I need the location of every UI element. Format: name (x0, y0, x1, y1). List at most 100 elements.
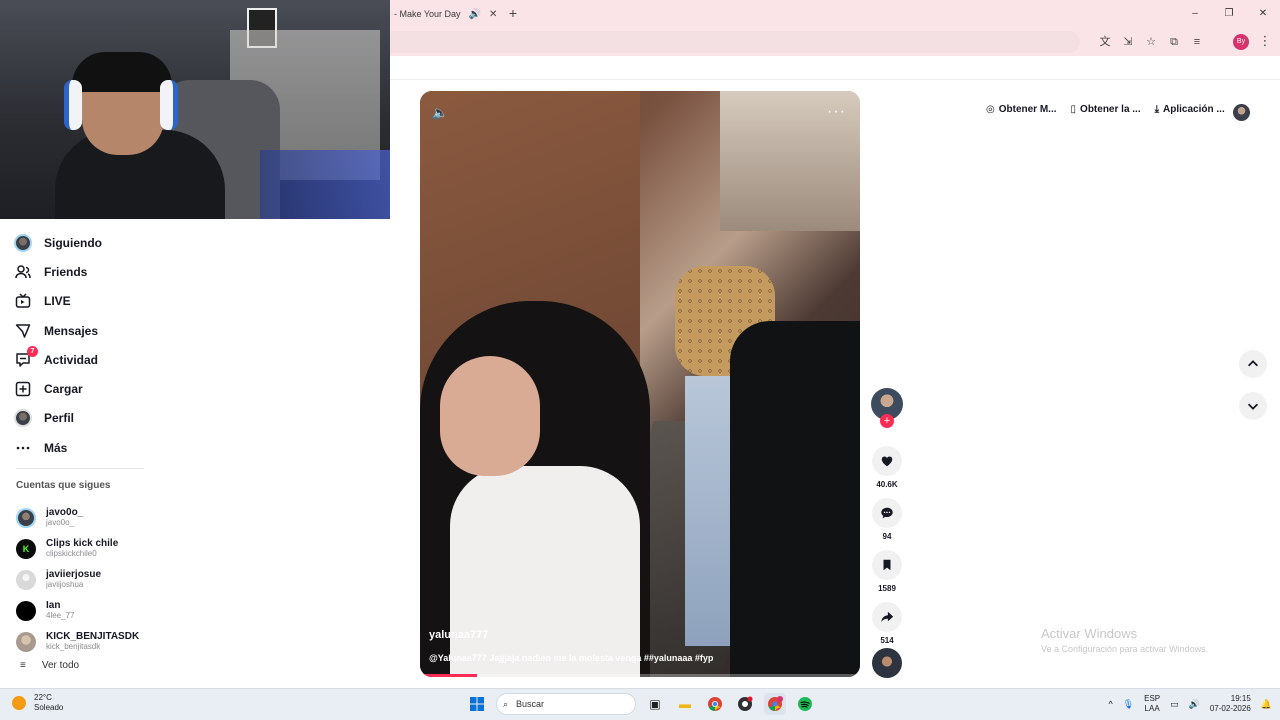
keyboard-layout: LAA (1144, 704, 1160, 713)
toolbar-icons: 文 ⇲ ☆ ⧉ ≡ (1096, 33, 1206, 51)
list-item[interactable]: javo0o_ javo0o_ (16, 502, 176, 533)
share-icon (881, 611, 894, 623)
sidebar-item-siguiendo[interactable]: Siguiendo (14, 228, 154, 257)
minimize-button[interactable]: – (1178, 0, 1212, 28)
new-tab-button[interactable]: + (505, 5, 521, 21)
sidebar-nav: Siguiendo Friends LIVE Mensajes 7 Activi… (14, 228, 154, 462)
sidebar-item-actividad[interactable]: 7 Actividad (14, 345, 154, 374)
like-count: 40.6K (876, 480, 898, 489)
divider (16, 468, 144, 469)
sidebar-item-live[interactable]: LIVE (14, 287, 154, 316)
browser-tab[interactable]: - Make Your Day 🔊 ✕ (390, 0, 500, 28)
sidebar-item-label: Siguiendo (44, 235, 102, 250)
notifications-icon[interactable]: 🔔 (1261, 699, 1272, 710)
following-section-title: Cuentas que sigues (16, 480, 111, 491)
creator-avatar[interactable]: + (871, 388, 903, 428)
share-button[interactable] (872, 602, 902, 632)
video-player[interactable]: 🔈 ··· yalunaa777 @Yalunaa777 Jajjjaja na… (420, 91, 860, 677)
sidebar-item-label: Actividad (44, 352, 99, 367)
user-avatar[interactable] (1233, 104, 1250, 121)
profile-avatar[interactable]: By (1233, 34, 1249, 50)
sidebar-item-perfil[interactable]: Perfil (14, 404, 154, 433)
get-app-link[interactable]: ▯ Obtener la ... (1071, 104, 1141, 115)
language-indicator[interactable]: ESP LAA (1144, 694, 1160, 714)
extensions-icon[interactable]: ⧉ (1165, 33, 1183, 51)
save-count: 1589 (878, 584, 896, 593)
volume-tray-icon[interactable]: 🔊 (1189, 699, 1200, 710)
clock-date: 07-02-2026 (1209, 704, 1251, 713)
close-window-button[interactable]: ✕ (1246, 0, 1280, 28)
comment-button[interactable] (872, 498, 902, 528)
video-progress-bar[interactable] (420, 674, 860, 677)
like-button[interactable] (872, 446, 902, 476)
list-item[interactable]: K Clips kick chile clipskickchile0 (16, 533, 176, 564)
account-name: javiierjosue (46, 569, 102, 580)
see-all-label: Ver todo (41, 660, 80, 671)
network-icon[interactable]: ▭ (1170, 699, 1179, 710)
sound-avatar[interactable] (872, 648, 902, 678)
translate-icon[interactable]: 文 (1096, 33, 1114, 51)
account-handle: javiijoshua (46, 580, 84, 589)
previous-video-button[interactable] (1239, 350, 1267, 378)
video-author[interactable]: yalunaa777 (429, 629, 488, 641)
tab-title: - Make Your Day (394, 9, 461, 19)
activation-watermark: Activar Windows Ve a Configuración para … (1041, 626, 1208, 654)
microphone-icon[interactable]: 🎙 (1123, 699, 1134, 710)
next-video-button[interactable] (1239, 392, 1267, 420)
account-name: Clips kick chile (46, 538, 119, 549)
video-progress-fill (420, 674, 478, 677)
speaker-icon[interactable]: 🔊 (469, 9, 481, 20)
profile-avatar-icon (14, 409, 32, 428)
list-item[interactable]: javiierjosue javiijoshua (16, 564, 176, 595)
see-all-link[interactable]: ≡ Ver todo (20, 660, 79, 671)
comment-icon (881, 507, 893, 519)
task-view-icon[interactable]: ▣ (644, 693, 666, 715)
avatar (16, 569, 36, 590)
taskbar-search-input[interactable]: ⌕ Buscar (496, 693, 636, 715)
list-item[interactable]: KICK_BENJITASDK kick_benjitasdk (16, 626, 176, 657)
volume-icon[interactable]: 🔈 (432, 105, 448, 121)
browser-menu-icon[interactable]: ⋮ (1258, 33, 1272, 51)
chrome-profile-icon[interactable] (764, 693, 786, 715)
save-button[interactable] (872, 550, 902, 580)
install-icon[interactable]: ⇲ (1119, 33, 1137, 51)
sidebar-item-friends[interactable]: Friends (14, 257, 154, 286)
more-options-icon[interactable]: ··· (827, 103, 846, 121)
address-bar[interactable] (390, 31, 1080, 53)
desktop-app-link[interactable]: ⤓ Aplicación ... (1155, 104, 1225, 115)
get-coins-link[interactable]: ◎ Obtener M... (986, 104, 1057, 115)
account-name: Ian (46, 600, 61, 611)
weather-widget[interactable]: 22°C Soleado (12, 693, 63, 713)
sidebar-item-label: Cargar (44, 382, 83, 397)
avatar-icon (14, 233, 32, 252)
list-item[interactable]: Ian 4lee_77 (16, 595, 176, 626)
close-icon[interactable]: ✕ (489, 9, 497, 20)
tray-overflow-icon[interactable]: ^ (1108, 699, 1112, 709)
sidebar-item-cargar[interactable]: Cargar (14, 374, 154, 403)
clock[interactable]: 19:15 07-02-2026 (1210, 694, 1251, 714)
file-explorer-icon[interactable]: ▬ (674, 693, 696, 715)
follow-plus-icon[interactable]: + (880, 414, 894, 428)
restore-button[interactable]: ❐ (1212, 0, 1246, 28)
more-icon (14, 439, 32, 457)
list-icon: ≡ (20, 660, 26, 671)
following-list: javo0o_ javo0o_ K Clips kick chile clipski… (16, 502, 176, 657)
obs-icon[interactable] (734, 693, 756, 715)
sidebar-item-label: LIVE (44, 294, 71, 309)
media-icon[interactable]: ≡ (1188, 33, 1206, 51)
sidebar-item-mas[interactable]: Más (14, 433, 154, 462)
messages-icon (14, 322, 32, 340)
chrome-icon[interactable] (704, 693, 726, 715)
sidebar-item-mensajes[interactable]: Mensajes (14, 316, 154, 345)
spotify-icon[interactable] (794, 693, 816, 715)
coin-icon: ◎ (986, 104, 995, 115)
video-caption: @Yalunaa777 Jajjjaja nadien me la molest… (429, 653, 714, 663)
avatar (16, 600, 36, 621)
heart-icon (881, 456, 893, 467)
tab-strip (390, 0, 1280, 28)
weather-temp: 22°C (34, 693, 52, 702)
windows-start-icon[interactable] (466, 693, 488, 715)
star-icon[interactable]: ☆ (1142, 33, 1160, 51)
download-icon: ⤓ (1154, 104, 1160, 115)
account-handle: clipskickchile0 (46, 549, 97, 558)
